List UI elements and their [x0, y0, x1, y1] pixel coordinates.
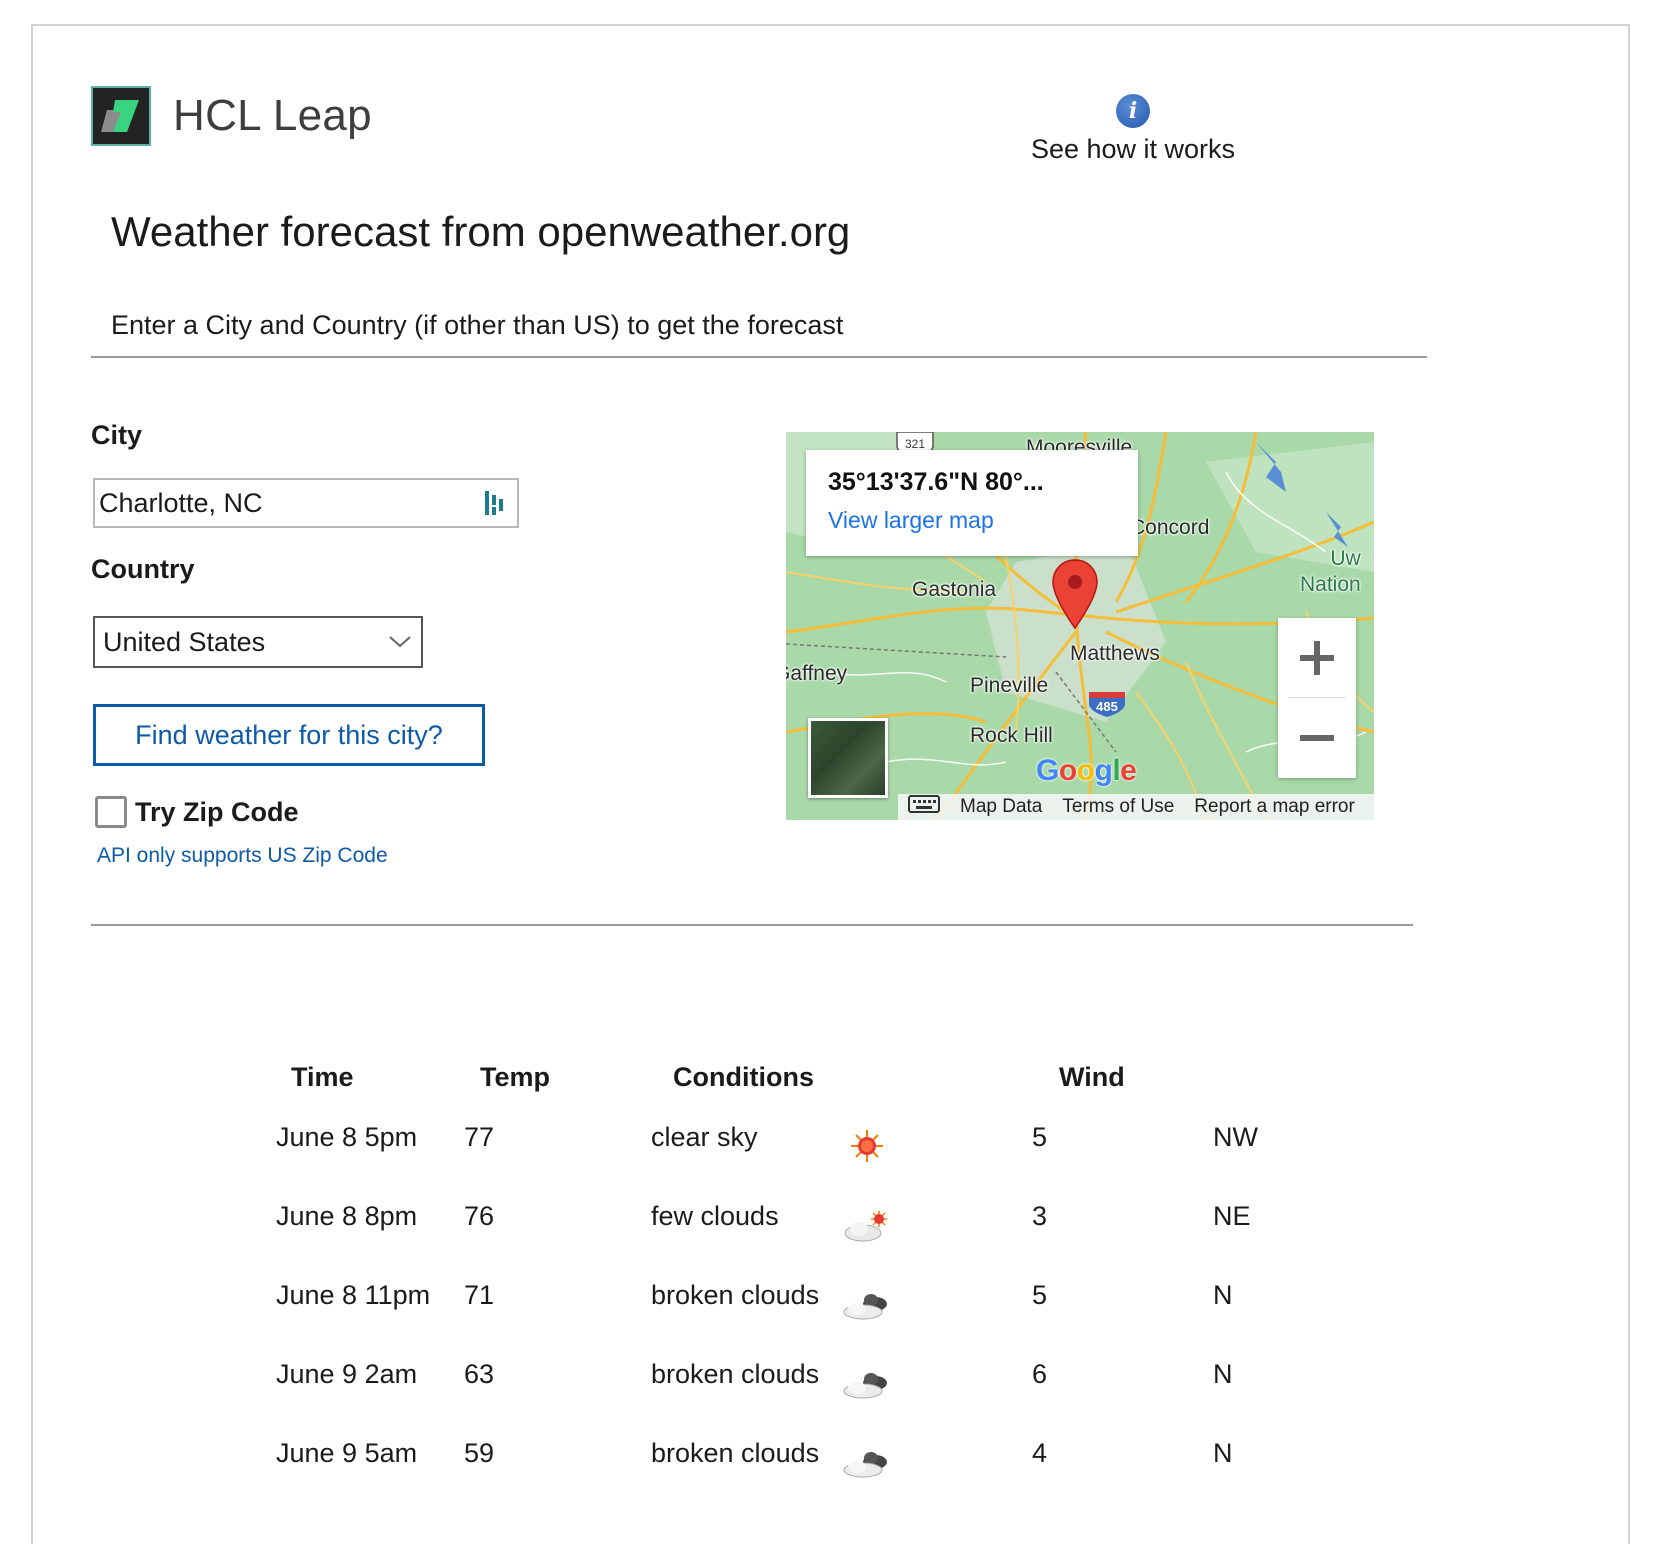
terms-of-use-link[interactable]: Terms of Use	[1052, 796, 1184, 818]
cell-conditions: broken clouds	[651, 1359, 820, 1389]
table-row: June 8 8pm 76 few clouds 3 NE	[33, 1201, 1628, 1251]
divider-top	[91, 356, 1427, 358]
cell-conditions: clear sky	[651, 1122, 758, 1152]
help-label: See how it works	[1030, 134, 1236, 164]
map-place-rock-hill: Rock Hill	[970, 724, 1053, 747]
cell-wind-speed: 3	[1032, 1201, 1048, 1231]
find-weather-button[interactable]: Find weather for this city?	[93, 704, 485, 766]
sun-icon	[841, 1126, 893, 1166]
header-wind: Wind	[1059, 1062, 1125, 1092]
cell-temp: 76	[464, 1201, 495, 1231]
keyboard-icon[interactable]	[898, 795, 950, 819]
broken-clouds-icon	[841, 1442, 893, 1482]
map-place-concord: Concord	[1130, 516, 1210, 539]
cell-conditions: broken clouds	[651, 1280, 820, 1310]
svg-text:321: 321	[905, 437, 925, 451]
map-place-pineville: Pineville	[970, 674, 1049, 697]
country-select[interactable]: United States	[93, 616, 423, 668]
interstate-485-shield-icon: 485	[1089, 692, 1125, 717]
cell-wind-speed: 5	[1032, 1280, 1048, 1310]
map-pin-icon[interactable]	[1050, 558, 1100, 630]
brand-name: HCL Leap	[173, 91, 372, 140]
chevron-down-icon	[387, 632, 413, 652]
country-select-value: United States	[103, 626, 266, 657]
cell-temp: 71	[464, 1280, 495, 1310]
zip-code-option[interactable]: Try Zip Code	[95, 796, 299, 828]
page-subtitle: Enter a City and Country (if other than …	[111, 310, 844, 340]
table-row: June 8 5pm 77 clear sky 5 NW	[33, 1122, 1628, 1172]
cell-wind-direction: NW	[1213, 1122, 1258, 1152]
password-manager-icon[interactable]	[481, 488, 507, 518]
cell-wind-speed: 5	[1032, 1122, 1048, 1152]
hcl-leap-logo-icon	[91, 86, 151, 146]
header-time: Time	[291, 1062, 354, 1092]
cell-wind-direction: N	[1213, 1280, 1233, 1310]
city-input[interactable]: Charlotte, NC	[93, 478, 519, 528]
broken-clouds-icon	[841, 1363, 893, 1403]
map-coordinates: 35°13'37.6"N 80°...	[828, 468, 1044, 496]
report-map-error-link[interactable]: Report a map error	[1184, 796, 1365, 818]
map-place-gaffney: Gaffney	[786, 662, 848, 685]
table-row: June 9 2am 63 broken clouds 6 N	[33, 1359, 1628, 1409]
cell-wind-direction: NE	[1213, 1201, 1251, 1231]
zip-code-checkbox[interactable]	[95, 796, 127, 828]
zoom-divider	[1288, 697, 1346, 698]
cell-temp: 63	[464, 1359, 495, 1389]
cell-wind-direction: N	[1213, 1359, 1233, 1389]
zip-code-note: API only supports US Zip Code	[97, 844, 388, 867]
map-place-matthews: Matthews	[1070, 642, 1160, 665]
map-place-uwharrie: Uw Nation	[1300, 547, 1361, 596]
divider-middle	[91, 924, 1413, 926]
cell-temp: 59	[464, 1438, 495, 1468]
cell-time: June 8 8pm	[276, 1201, 418, 1231]
cell-wind-speed: 4	[1032, 1438, 1048, 1468]
zoom-in-icon	[1300, 641, 1334, 675]
cell-time: June 9 2am	[276, 1359, 418, 1389]
google-logo: Google	[1036, 754, 1137, 787]
cell-temp: 77	[464, 1122, 495, 1152]
brand-logo: HCL Leap	[91, 86, 372, 146]
zoom-in-button[interactable]	[1278, 618, 1356, 698]
header-conditions: Conditions	[673, 1062, 814, 1092]
cell-time: June 8 11pm	[276, 1280, 431, 1310]
view-larger-map-link[interactable]: View larger map	[828, 507, 1116, 534]
map-place-gastonia: Gastonia	[912, 578, 997, 601]
see-how-it-works-link[interactable]: i See how it works	[1023, 94, 1243, 165]
cell-time: June 8 5pm	[276, 1122, 418, 1152]
broken-clouds-icon	[841, 1284, 893, 1324]
header-temp: Temp	[480, 1062, 551, 1092]
map-info-card: 35°13'37.6"N 80°... View larger map	[806, 450, 1138, 556]
cell-wind-speed: 6	[1032, 1359, 1048, 1389]
cell-conditions: few clouds	[651, 1201, 779, 1231]
table-row: June 8 11pm 71 broken clouds 5 N	[33, 1280, 1628, 1330]
city-label: City	[91, 420, 143, 450]
form-page: HCL Leap i See how it works Weather fore…	[31, 24, 1630, 1544]
table-row: June 9 5am 59 broken clouds 4 N	[33, 1438, 1628, 1488]
map-data-link[interactable]: Map Data	[950, 796, 1052, 818]
city-input-value: Charlotte, NC	[99, 487, 263, 518]
satellite-view-toggle[interactable]	[808, 718, 888, 798]
cell-conditions: broken clouds	[651, 1438, 820, 1468]
map-footer: Map Data Terms of Use Report a map error	[898, 794, 1374, 820]
country-label: Country	[91, 554, 195, 584]
zoom-controls	[1278, 618, 1356, 778]
google-map[interactable]: Mooresville Concord Gastonia Matthews Pi…	[786, 432, 1374, 820]
zip-code-label: Try Zip Code	[135, 796, 299, 827]
svg-text:485: 485	[1096, 699, 1118, 714]
info-icon: i	[1116, 94, 1150, 128]
zoom-out-button[interactable]	[1278, 698, 1356, 778]
page-title: Weather forecast from openweather.org	[111, 208, 851, 255]
cell-wind-direction: N	[1213, 1438, 1233, 1468]
zoom-out-icon	[1300, 735, 1334, 741]
cell-time: June 9 5am	[276, 1438, 418, 1468]
few-clouds-icon	[841, 1205, 893, 1245]
